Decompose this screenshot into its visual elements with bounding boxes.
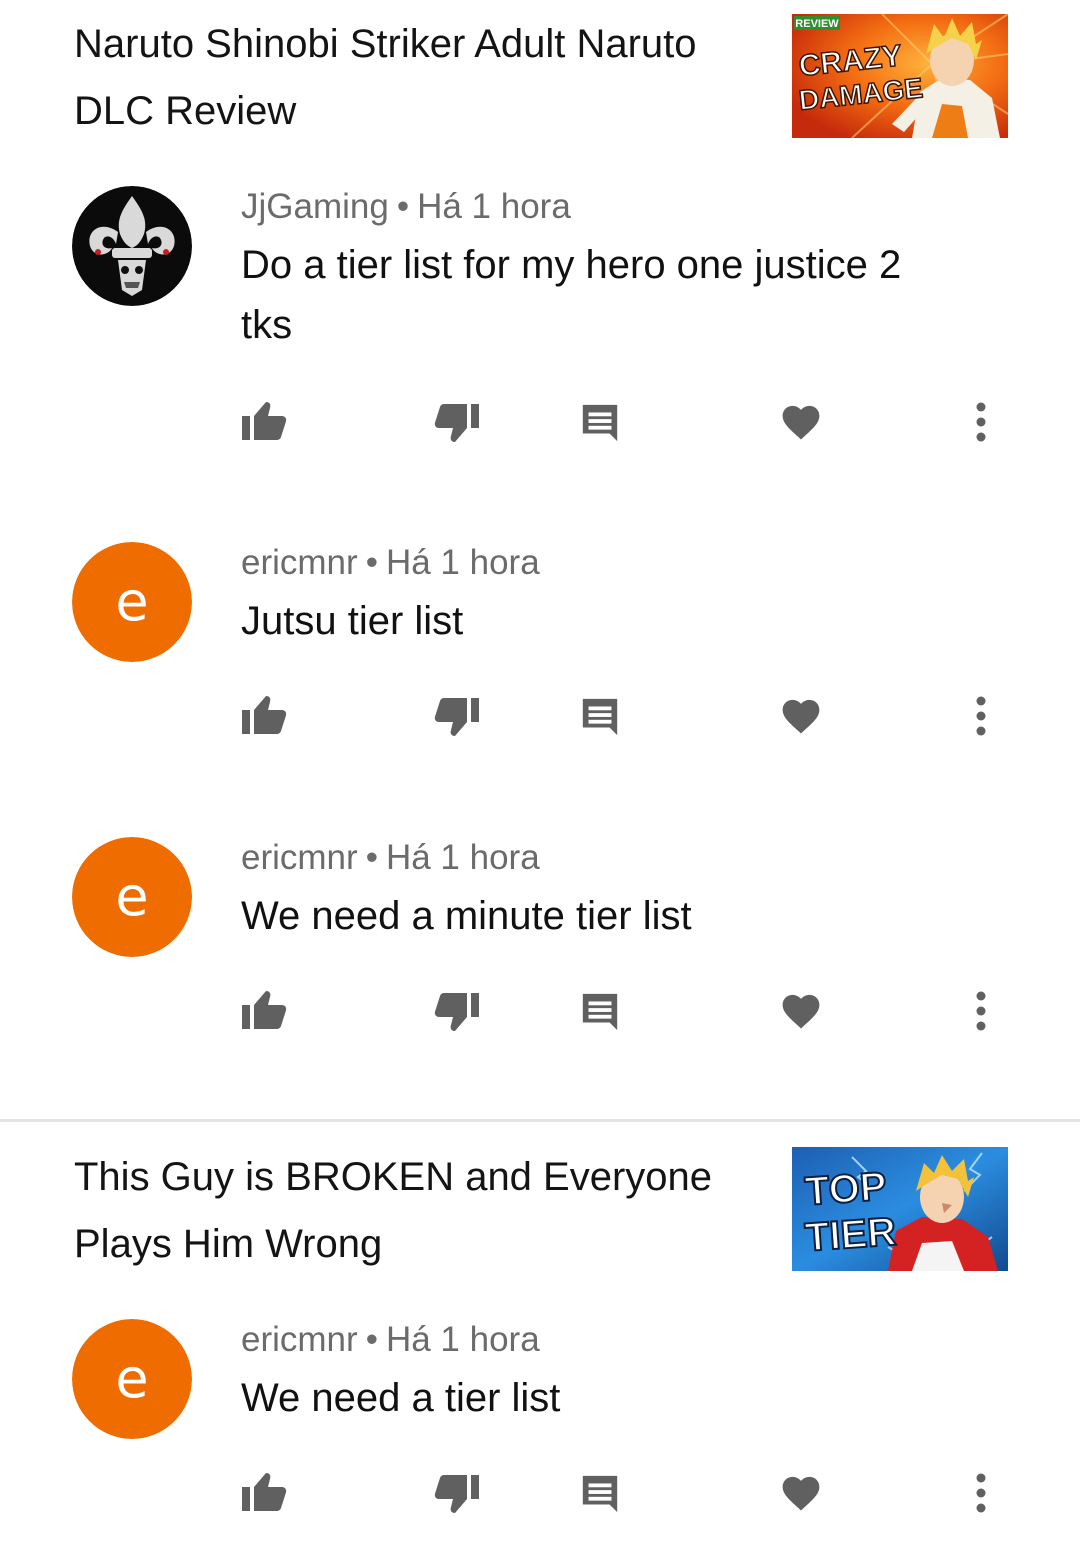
fleur-de-lis-skull-icon (72, 186, 192, 306)
heart-button[interactable] (771, 392, 831, 452)
comment: e ericmnr • Há 1 hora We need a minute tie… (0, 831, 1080, 1081)
comment-text: We need a tier list (241, 1376, 561, 1420)
avatar-letter: e (72, 542, 192, 662)
comment-time: Há 1 hora (385, 543, 540, 582)
reply-button[interactable] (570, 981, 630, 1041)
comment-actions (0, 686, 1080, 746)
comment-author[interactable]: JjGaming (241, 187, 389, 226)
thumb-up-button[interactable] (234, 1463, 294, 1523)
more-vert-button[interactable] (951, 392, 1011, 452)
heart-icon (780, 991, 822, 1031)
meta-separator: • (365, 543, 378, 582)
comment-time: Há 1 hora (385, 838, 540, 877)
thumbnail-text-1: TOP (804, 1164, 888, 1214)
meta-separator: • (365, 838, 378, 877)
avatar[interactable] (72, 186, 192, 306)
thumb-up-button[interactable] (234, 392, 294, 452)
video-thumbnail[interactable]: REVIEW CRAZY DAMAGE (792, 14, 1008, 138)
comment-meta: ericmnr • Há 1 hora (241, 543, 540, 583)
comment: e ericmnr • Há 1 hora We need a tier list (0, 1313, 1080, 1563)
thumbnail-badge: REVIEW (795, 18, 839, 30)
more-vert-icon (974, 990, 988, 1032)
more-vert-icon (974, 401, 988, 443)
avatar[interactable]: e (72, 542, 192, 662)
heart-button[interactable] (771, 686, 831, 746)
thumb-down-button[interactable] (427, 981, 487, 1041)
thumb-down-button[interactable] (427, 392, 487, 452)
reply-button[interactable] (570, 1463, 630, 1523)
thumb-down-icon (433, 1471, 481, 1515)
thumbnail-text-2: TIER (804, 1210, 898, 1260)
comment-time: Há 1 hora (385, 1320, 540, 1359)
comment: JjGaming • Há 1 hora Do a tier list for my… (0, 180, 1080, 480)
reply-button[interactable] (570, 392, 630, 452)
comment-meta: JjGaming • Há 1 hora (241, 187, 571, 227)
comment-actions (0, 392, 1080, 452)
meta-separator: • (396, 187, 410, 226)
thumb-up-icon (240, 400, 288, 444)
thumb-up-icon (240, 1471, 288, 1515)
avatar-letter: e (72, 1319, 192, 1439)
video-header-2[interactable]: This Guy is BROKEN and Everyone Plays Hi… (0, 1130, 1080, 1290)
reply-icon (579, 695, 621, 737)
heart-icon (780, 696, 822, 736)
video-thumbnail[interactable]: TOP TIER (792, 1147, 1008, 1271)
reply-icon (579, 1472, 621, 1514)
comment-text: Do a tier list for my hero one justice 2… (241, 243, 902, 347)
heart-icon (780, 402, 822, 442)
comment-actions (0, 981, 1080, 1041)
video-title[interactable]: Naruto Shinobi Striker Adult Naruto DLC … (74, 11, 764, 145)
more-vert-button[interactable] (951, 981, 1011, 1041)
avatar[interactable]: e (72, 837, 192, 957)
heart-icon (780, 1473, 822, 1513)
section-divider (0, 1119, 1080, 1122)
comment-text: We need a minute tier list (241, 894, 692, 938)
comment-meta: ericmnr • Há 1 hora (241, 1320, 540, 1360)
comment: e ericmnr • Há 1 hora Jutsu tier list (0, 536, 1080, 786)
comment-actions (0, 1463, 1080, 1523)
avatar[interactable]: e (72, 1319, 192, 1439)
thumb-up-icon (240, 989, 288, 1033)
comment-author[interactable]: ericmnr (241, 1320, 358, 1359)
comment-text: Jutsu tier list (241, 599, 464, 643)
thumb-down-button[interactable] (427, 686, 487, 746)
more-vert-icon (974, 1472, 988, 1514)
reply-icon (579, 990, 621, 1032)
thumb-up-icon (240, 694, 288, 738)
more-vert-button[interactable] (951, 686, 1011, 746)
meta-separator: • (365, 1320, 378, 1359)
heart-button[interactable] (771, 981, 831, 1041)
avatar-letter: e (72, 837, 192, 957)
more-vert-icon (974, 695, 988, 737)
thumb-down-icon (433, 400, 481, 444)
thumb-down-button[interactable] (427, 1463, 487, 1523)
thumb-up-button[interactable] (234, 686, 294, 746)
comment-meta: ericmnr • Há 1 hora (241, 838, 540, 878)
thumb-down-icon (433, 989, 481, 1033)
reply-icon (579, 401, 621, 443)
heart-button[interactable] (771, 1463, 831, 1523)
comment-time: Há 1 hora (417, 187, 571, 226)
more-vert-button[interactable] (951, 1463, 1011, 1523)
comment-author[interactable]: ericmnr (241, 543, 358, 582)
video-header-1[interactable]: Naruto Shinobi Striker Adult Naruto DLC … (0, 0, 1080, 160)
thumb-down-icon (433, 694, 481, 738)
reply-button[interactable] (570, 686, 630, 746)
thumb-up-button[interactable] (234, 981, 294, 1041)
comment-author[interactable]: ericmnr (241, 838, 358, 877)
video-title[interactable]: This Guy is BROKEN and Everyone Plays Hi… (74, 1144, 764, 1278)
